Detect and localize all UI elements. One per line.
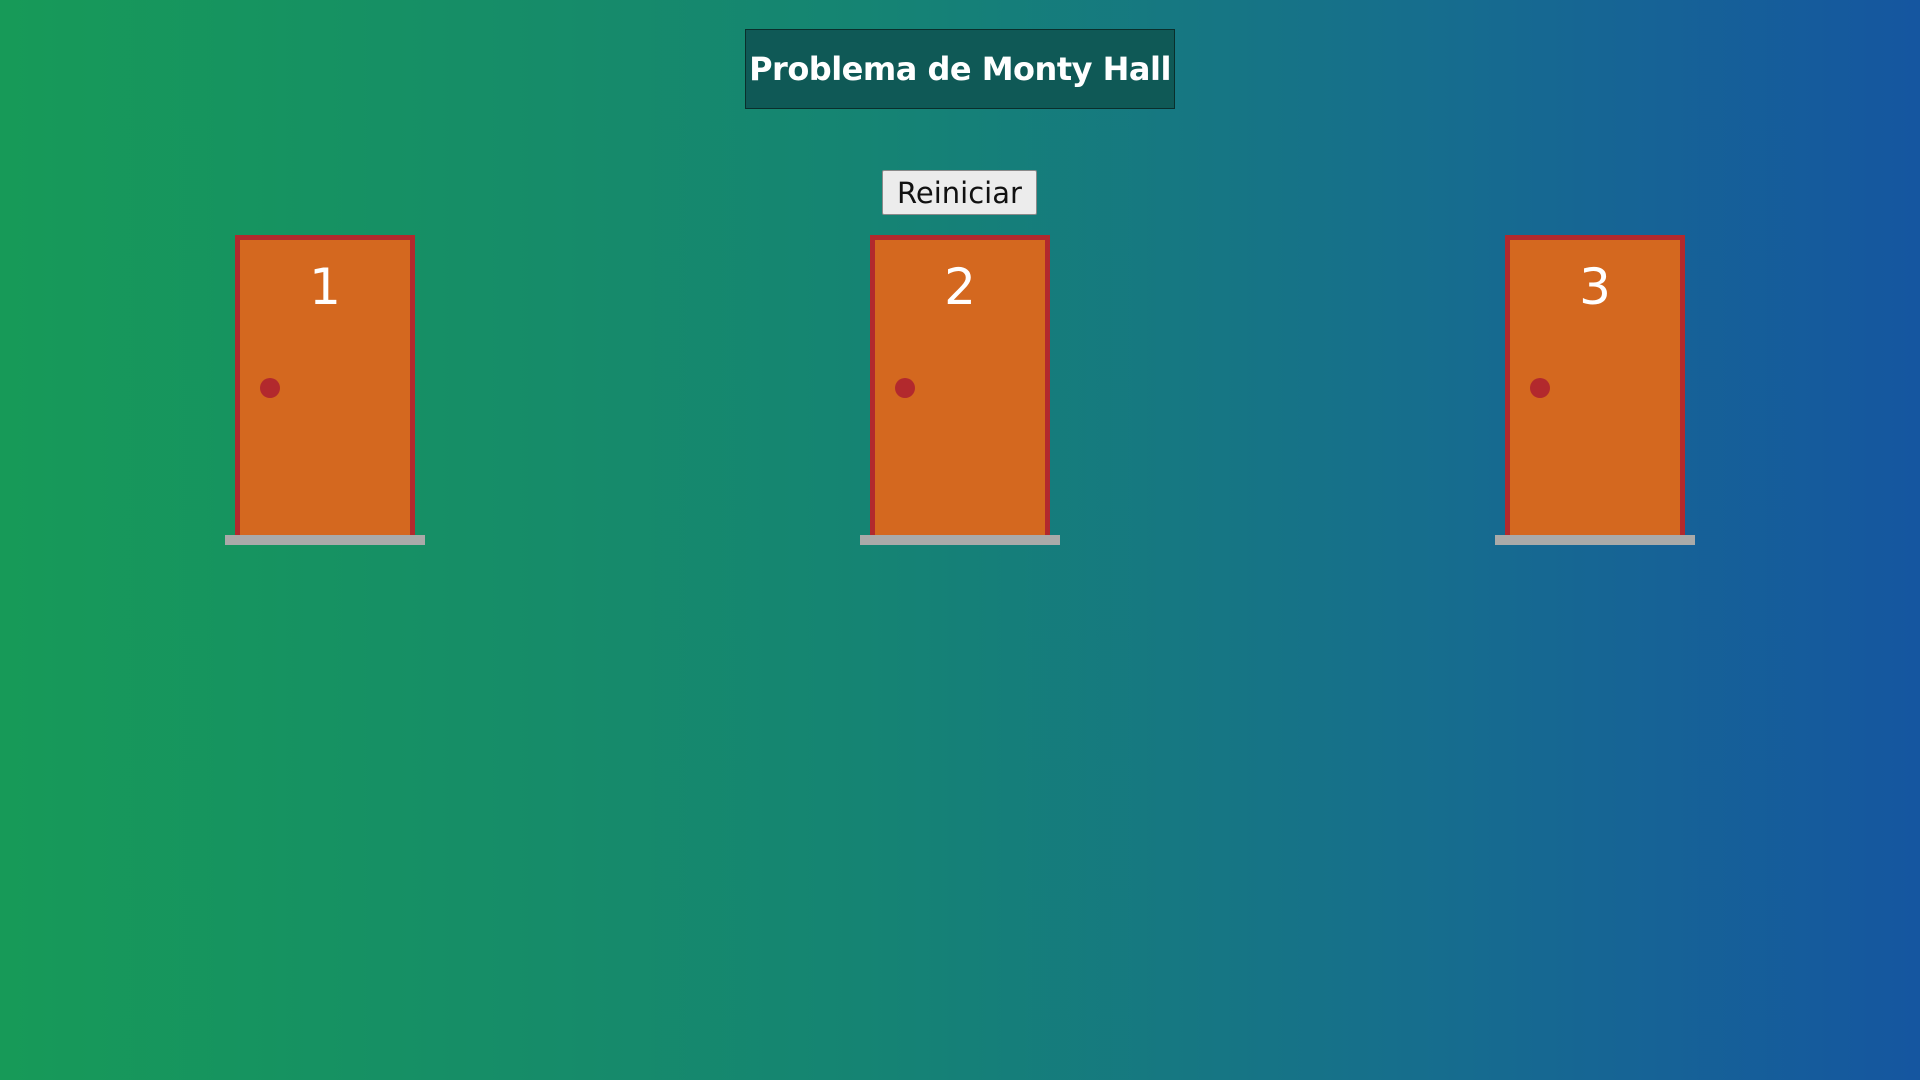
- door-2[interactable]: 2: [870, 235, 1050, 535]
- door-knob-icon: [895, 378, 915, 398]
- door-knob-icon: [260, 378, 280, 398]
- door-unit-1: 1: [225, 235, 425, 545]
- door-unit-3: 3: [1495, 235, 1695, 545]
- door-3[interactable]: 3: [1505, 235, 1685, 535]
- door-sill: [1495, 535, 1695, 545]
- door-number-3: 3: [1579, 258, 1611, 316]
- door-number-2: 2: [944, 258, 976, 316]
- door-1[interactable]: 1: [235, 235, 415, 535]
- door-number-1: 1: [309, 258, 341, 316]
- door-sill: [860, 535, 1060, 545]
- door-sill: [225, 535, 425, 545]
- page-title: Problema de Monty Hall: [745, 29, 1175, 109]
- page-title-text: Problema de Monty Hall: [749, 50, 1171, 88]
- reset-button[interactable]: Reiniciar: [882, 170, 1037, 215]
- door-unit-2: 2: [860, 235, 1060, 545]
- door-knob-icon: [1530, 378, 1550, 398]
